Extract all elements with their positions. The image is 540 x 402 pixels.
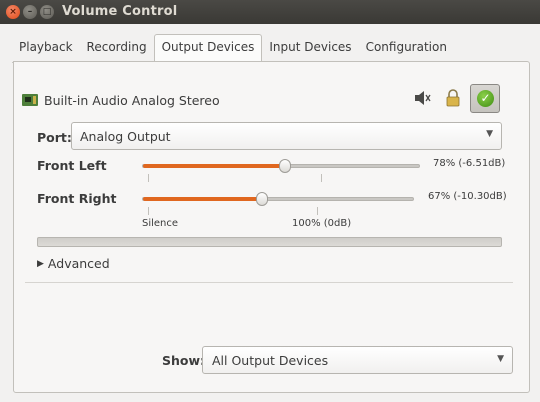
- speaker-mute-icon: [415, 91, 431, 105]
- set-fallback-button[interactable]: ✓: [470, 84, 500, 113]
- show-filter-select[interactable]: All Output Devices ▼: [202, 346, 513, 374]
- channel-label-front-left: Front Left: [37, 158, 107, 173]
- mute-toggle-button[interactable]: [411, 86, 433, 110]
- minimize-window-button[interactable]: –: [23, 5, 37, 19]
- slider-tick: [317, 207, 318, 215]
- lock-icon: [446, 89, 460, 107]
- tab-input-devices[interactable]: Input Devices: [262, 36, 359, 63]
- lock-channels-button[interactable]: [442, 86, 464, 110]
- front-left-slider-knob[interactable]: [279, 159, 291, 173]
- peak-level-meter: [37, 237, 502, 247]
- front-right-slider-fill: [143, 197, 262, 201]
- tab-recording[interactable]: Recording: [79, 36, 154, 63]
- scale-silence-label: Silence: [142, 218, 179, 229]
- front-left-slider[interactable]: [142, 159, 420, 173]
- close-window-button[interactable]: ×: [6, 5, 20, 19]
- expander-arrow-icon: ▶: [37, 258, 44, 269]
- device-header: Built-in Audio Analog Stereo: [22, 91, 220, 109]
- front-left-slider-fill: [143, 164, 285, 168]
- device-name: Built-in Audio Analog Stereo: [44, 92, 220, 108]
- port-select-value: Analog Output: [80, 129, 171, 144]
- tab-configuration[interactable]: Configuration: [358, 36, 454, 63]
- volume-control-window: × – □ Volume Control Playback Recording …: [0, 0, 540, 402]
- scale-full-label: 100% (0dB): [292, 218, 352, 229]
- maximize-window-button[interactable]: □: [40, 5, 54, 19]
- port-label: Port:: [37, 130, 72, 145]
- tab-bar: Playback Recording Output Devices Input …: [12, 34, 454, 66]
- separator: [25, 282, 513, 283]
- show-filter-value: All Output Devices: [212, 353, 329, 368]
- checkmark-icon: ✓: [477, 90, 494, 107]
- channel-label-front-right: Front Right: [37, 191, 117, 206]
- port-select[interactable]: Analog Output ▼: [71, 122, 502, 150]
- front-left-value: 78% (-6.51dB): [433, 158, 506, 169]
- dropdown-arrow-icon: ▼: [497, 354, 504, 364]
- sound-card-icon: [22, 93, 38, 107]
- slider-tick: [148, 207, 149, 215]
- tab-playback[interactable]: Playback: [12, 36, 80, 63]
- advanced-label: Advanced: [47, 256, 110, 271]
- slider-tick: [321, 174, 322, 182]
- slider-tick: [148, 174, 149, 182]
- output-devices-panel: [13, 61, 530, 393]
- title-bar: × – □ Volume Control: [0, 0, 540, 24]
- advanced-expander[interactable]: ▶ Advanced: [37, 256, 110, 271]
- window-title: Volume Control: [62, 4, 178, 19]
- show-label: Show:: [162, 353, 206, 368]
- front-right-slider-knob[interactable]: [256, 192, 268, 206]
- front-right-value: 67% (-10.30dB): [428, 191, 507, 202]
- front-right-slider[interactable]: [142, 192, 414, 206]
- dropdown-arrow-icon: ▼: [486, 129, 493, 139]
